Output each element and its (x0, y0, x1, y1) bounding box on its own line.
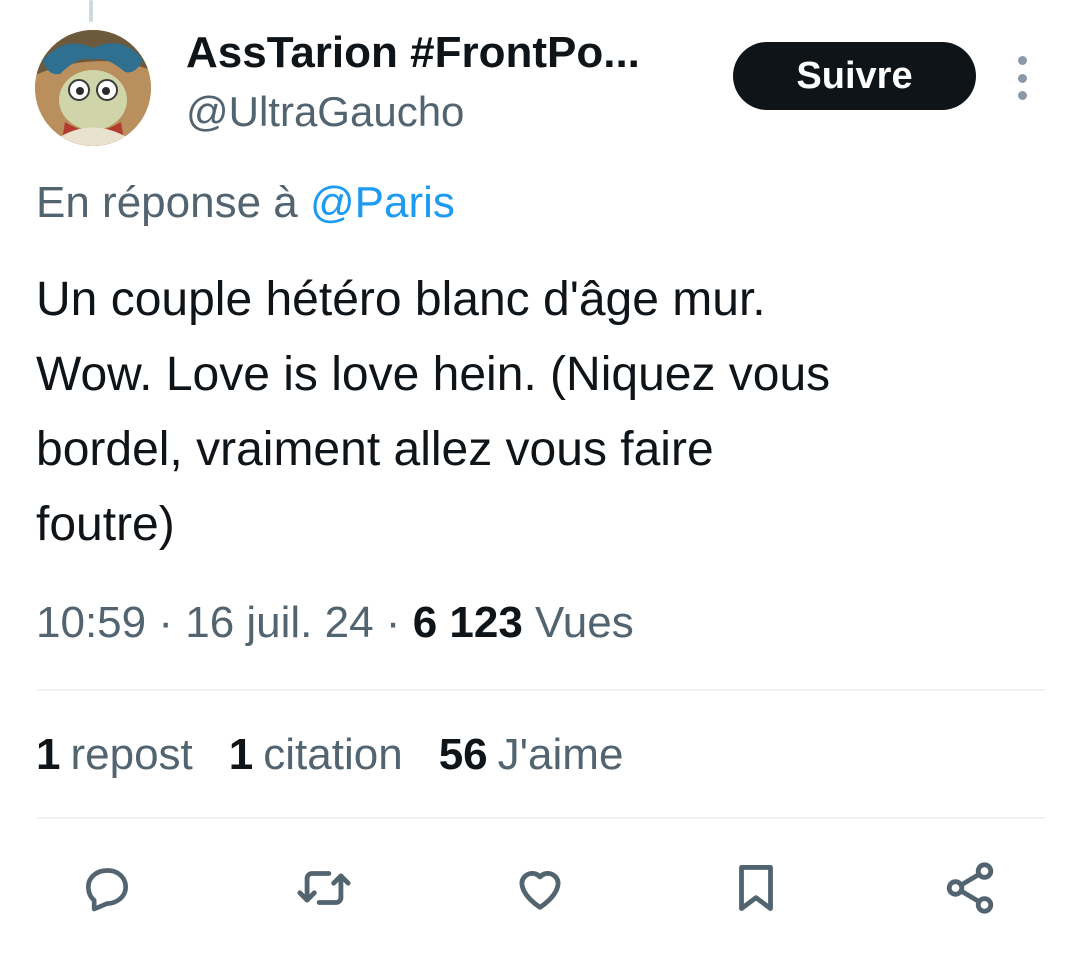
engagement-stats: 1 repost 1 citation 56 J'aime (36, 730, 659, 780)
likes-count: 56 (438, 730, 488, 779)
thread-connector-line (89, 0, 93, 22)
reposts-count: 1 (36, 730, 61, 779)
reply-prefix: En réponse à (36, 178, 310, 227)
author-name[interactable]: AssTarion #FrontPo... (186, 28, 640, 78)
likes-stat[interactable]: 56 J'aime (439, 730, 624, 780)
likes-label: J'aime (497, 730, 624, 779)
tweet-meta: 10:59 · 16 juil. 24 · 6 123 Vues (36, 598, 634, 648)
tweet-line: Un couple hétéro blanc d'âge mur. (36, 273, 766, 326)
author-handle[interactable]: @UltraGaucho (186, 88, 464, 136)
more-options-icon[interactable] (1008, 56, 1036, 100)
reposts-label: repost (70, 730, 193, 779)
like-icon[interactable] (510, 858, 570, 918)
bookmark-icon[interactable] (726, 858, 786, 918)
cartoon-creature-avatar-icon (35, 30, 151, 146)
follow-button[interactable]: Suivre (733, 42, 976, 110)
views-label: Vues (535, 598, 634, 647)
tweet-text: Un couple hétéro blanc d'âge mur. Wow. L… (36, 262, 1036, 562)
repost-icon[interactable] (294, 858, 354, 918)
meta-separator: · (373, 598, 413, 647)
tweet-line: bordel, vraiment allez vous faire (36, 423, 714, 476)
quotes-label: citation (263, 730, 403, 779)
tweet-line: Wow. Love is love hein. (Niquez vous (36, 348, 831, 401)
avatar[interactable] (35, 30, 151, 146)
tweet-line: foutre) (36, 498, 175, 551)
divider (36, 817, 1045, 819)
views-count: 6 123 (412, 598, 523, 647)
tweet-date[interactable]: 16 juil. 24 (185, 598, 373, 647)
reply-icon[interactable] (77, 858, 137, 918)
divider (36, 689, 1045, 691)
reply-mention-link[interactable]: @Paris (310, 178, 455, 227)
reply-context: En réponse à @Paris (36, 178, 455, 228)
share-icon[interactable] (940, 858, 1000, 918)
meta-separator: · (146, 598, 186, 647)
reposts-stat[interactable]: 1 repost (36, 730, 193, 780)
tweet-time[interactable]: 10:59 (36, 598, 146, 647)
quotes-count: 1 (228, 730, 254, 779)
quotes-stat[interactable]: 1 citation (229, 730, 403, 780)
